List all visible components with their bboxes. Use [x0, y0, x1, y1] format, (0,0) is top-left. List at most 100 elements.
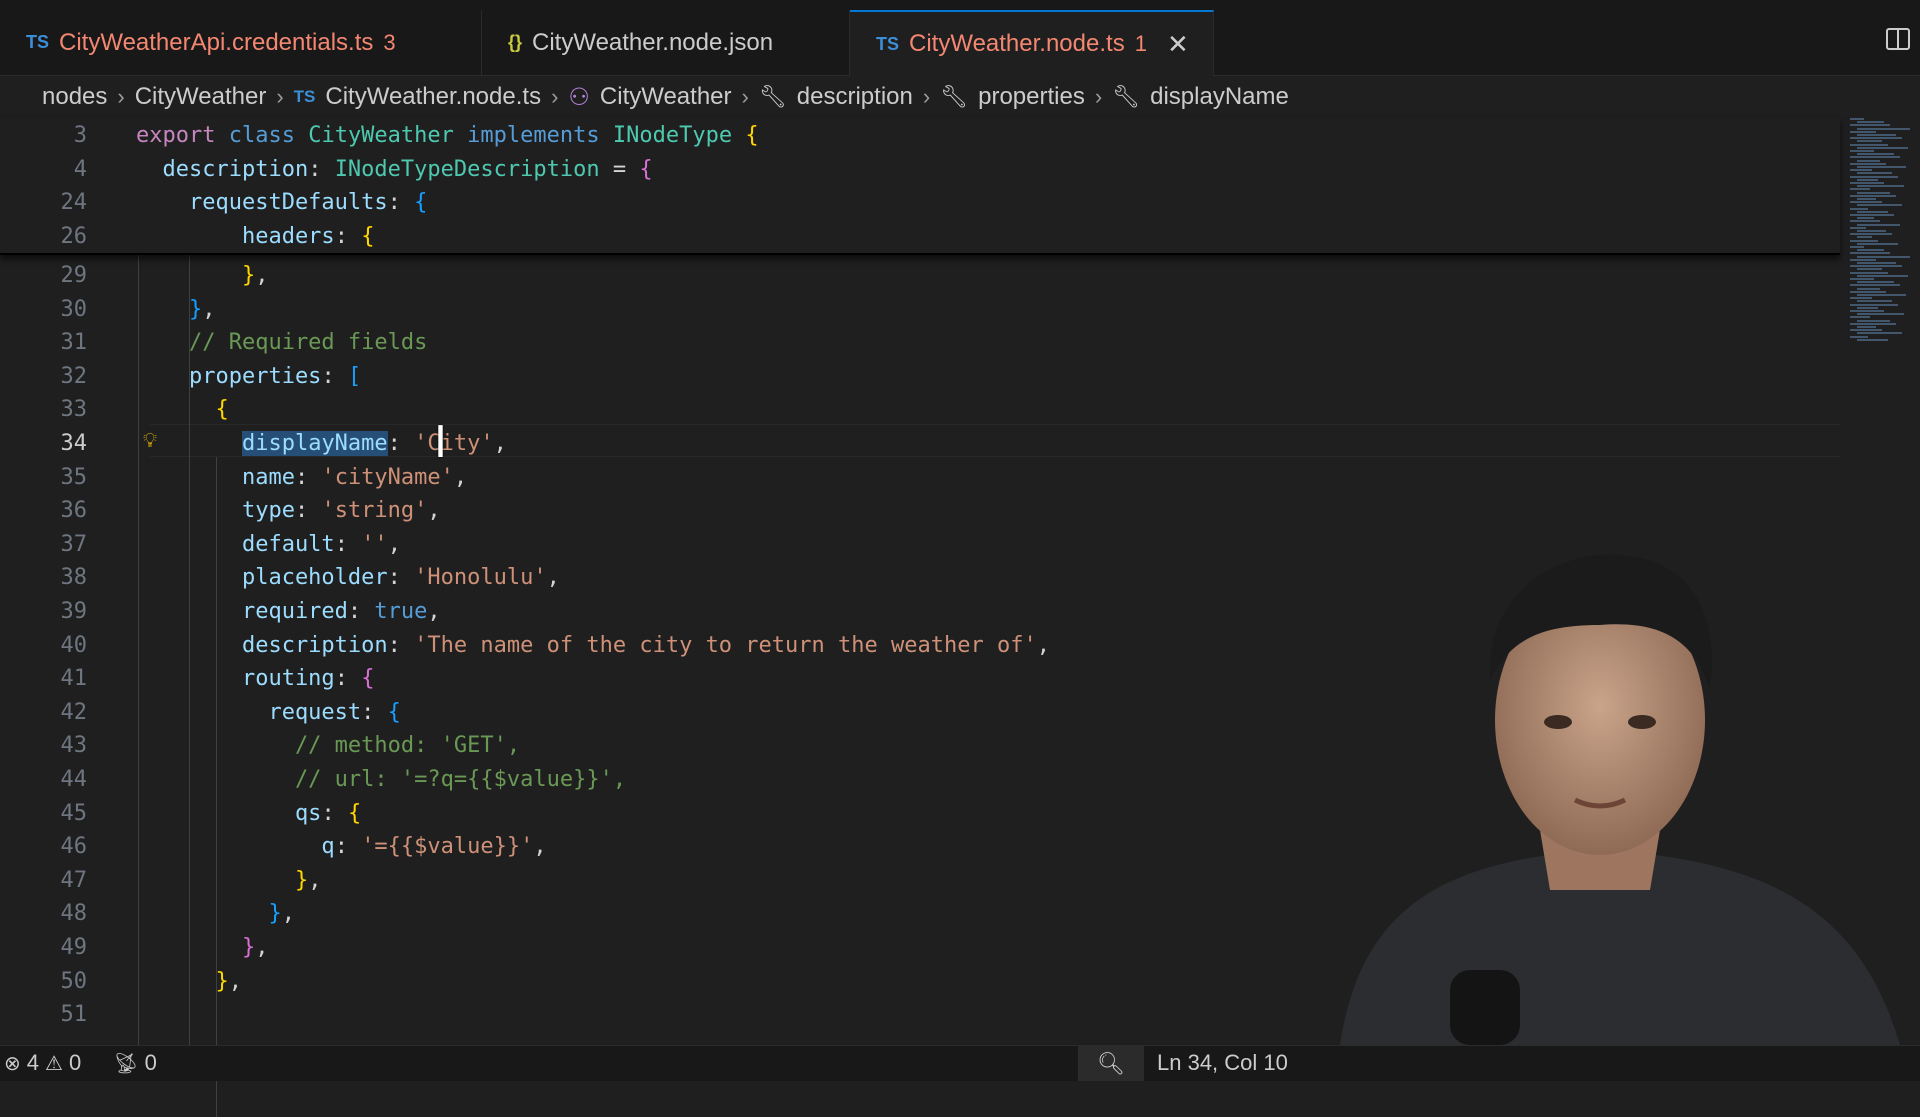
code-token: ,: [453, 464, 468, 490]
split-editor-icon[interactable]: [1886, 28, 1910, 50]
chevron-right-icon: ›: [922, 84, 931, 109]
minimap-line: [1850, 175, 1898, 178]
tab-node-json[interactable]: {} CityWeather.node.json: [482, 10, 850, 75]
code-token: {: [361, 666, 375, 692]
typescript-file-icon: TS: [876, 33, 900, 54]
code-line[interactable]: 3 export class CityWeather implements INo…: [0, 119, 1840, 152]
chevron-right-icon: ›: [276, 84, 284, 109]
code-line[interactable]: 32 properties: [: [0, 360, 1840, 393]
breadcrumb-item[interactable]: nodes: [42, 83, 107, 111]
minimap-line: [1857, 230, 1886, 232]
code-text: placeholder: 'Honolulu',: [136, 565, 560, 590]
minimap-line: [1850, 130, 1876, 133]
line-number: 49: [60, 935, 88, 960]
minimap-line: [1850, 214, 1894, 216]
minimap-line: [1850, 150, 1874, 152]
code-token: }: [188, 296, 203, 322]
line-number: 34: [60, 431, 88, 456]
code-text: type: 'string',: [136, 498, 441, 523]
code-token: :: [347, 599, 375, 624]
code-line[interactable]: 29 },: [0, 259, 1840, 292]
breadcrumb-item[interactable]: CityWeather: [135, 83, 267, 111]
minimap-line: [1857, 134, 1896, 136]
webcam-presenter: [1300, 530, 1920, 1045]
breadcrumb-item[interactable]: CityWeather.node.ts: [325, 83, 541, 111]
problem-count: 3: [383, 29, 396, 55]
code-text: required: true,: [136, 599, 441, 624]
minimap-line: [1857, 166, 1906, 168]
minimap-line: [1857, 140, 1882, 143]
code-line[interactable]: 34 displayName: 'City',: [0, 427, 1840, 460]
code-line[interactable]: 30 },: [0, 293, 1840, 326]
code-line[interactable]: 31 // Required fields: [0, 326, 1840, 359]
minimap-line: [1857, 121, 1884, 124]
cursor-position[interactable]: Ln 34, Col 10: [1157, 1050, 1288, 1076]
minimap-line: [1850, 118, 1864, 120]
code-token: :: [294, 498, 322, 524]
minimap-line: [1857, 172, 1892, 175]
mouse-ibeam-cursor: I: [434, 417, 447, 468]
breadcrumb-item[interactable]: CityWeather: [600, 83, 732, 111]
code-token: {: [414, 190, 428, 215]
tab-node-ts[interactable]: TS CityWeather.node.ts 1 ✕: [850, 10, 1214, 76]
microphone: [1450, 970, 1520, 1045]
breadcrumb-item[interactable]: description: [797, 83, 913, 111]
breadcrumb-item[interactable]: properties: [978, 83, 1085, 111]
code-token: displayName: [241, 431, 388, 456]
code-line[interactable]: 24 requestDefaults: {: [0, 186, 1840, 219]
lightbulb-icon[interactable]: 💡︎: [143, 430, 161, 450]
breadcrumb-item[interactable]: displayName: [1150, 83, 1289, 111]
code-token: ,: [546, 565, 560, 591]
minimap-line: [1857, 319, 1890, 322]
code-line[interactable]: 35 name: 'cityName',: [0, 461, 1840, 494]
code-text: headers: {: [136, 224, 374, 249]
code-token: class: [228, 123, 309, 148]
left-eye: [1544, 715, 1572, 729]
code-token: q: [136, 834, 335, 860]
line-number: 36: [60, 498, 88, 524]
code-line[interactable]: 33 {: [0, 393, 1840, 426]
code-line[interactable]: 4 description: INodeTypeDescription = {: [0, 153, 1840, 186]
minimap-line: [1850, 169, 1872, 172]
zoom-icon[interactable]: 🔍︎: [1078, 1046, 1144, 1081]
minimap-line: [1857, 178, 1878, 181]
problems-status[interactable]: ⊗ 4 ⚠ 0 📡︎ 0: [4, 1050, 157, 1076]
minimap-line: [1857, 210, 1888, 213]
minimap-line: [1857, 185, 1904, 188]
line-number: 26: [60, 223, 88, 249]
error-circle-icon: ⊗: [4, 1052, 21, 1075]
minimap-line: [1850, 188, 1870, 191]
line-number: 4: [73, 156, 87, 182]
code-token: }: [294, 867, 309, 893]
minimap-line: [1850, 226, 1866, 229]
code-token: description: [136, 156, 309, 182]
tab-credentials[interactable]: TS CityWeatherApi.credentials.ts 3: [0, 10, 482, 75]
tab-label: CityWeather.node.json: [532, 28, 774, 56]
code-token: :: [294, 464, 322, 490]
line-number: 48: [60, 901, 88, 927]
code-text: description: 'The name of the city to re…: [136, 633, 1050, 658]
code-token: {: [215, 397, 229, 423]
chevron-right-icon: ›: [117, 84, 125, 109]
broadcast-icon: 📡︎: [113, 1052, 139, 1075]
code-token: =: [612, 156, 640, 182]
code-line[interactable]: 36 type: 'string',: [0, 494, 1840, 527]
code-text: q: '={{$value}}',: [136, 834, 546, 860]
minimap[interactable]: [1846, 118, 1920, 368]
code-token: :: [321, 363, 348, 389]
minimap-line: [1850, 239, 1878, 242]
line-number: 32: [60, 363, 88, 389]
code-line[interactable]: 26 headers: {: [0, 220, 1840, 253]
code-text: // url: '=?q={{$value}}',: [136, 767, 626, 792]
property-wrench-icon: 🔧︎: [940, 84, 969, 109]
code-text: description: INodeTypeDescription = {: [136, 156, 652, 182]
close-icon[interactable]: ✕: [1167, 29, 1189, 60]
minimap-line: [1857, 255, 1910, 258]
code-token: // Required fields: [136, 330, 428, 356]
sticky-scroll-header[interactable]: 3 export class CityWeather implements INo…: [0, 118, 1840, 255]
line-number: 44: [60, 767, 88, 792]
minimap-line: [1857, 294, 1906, 296]
